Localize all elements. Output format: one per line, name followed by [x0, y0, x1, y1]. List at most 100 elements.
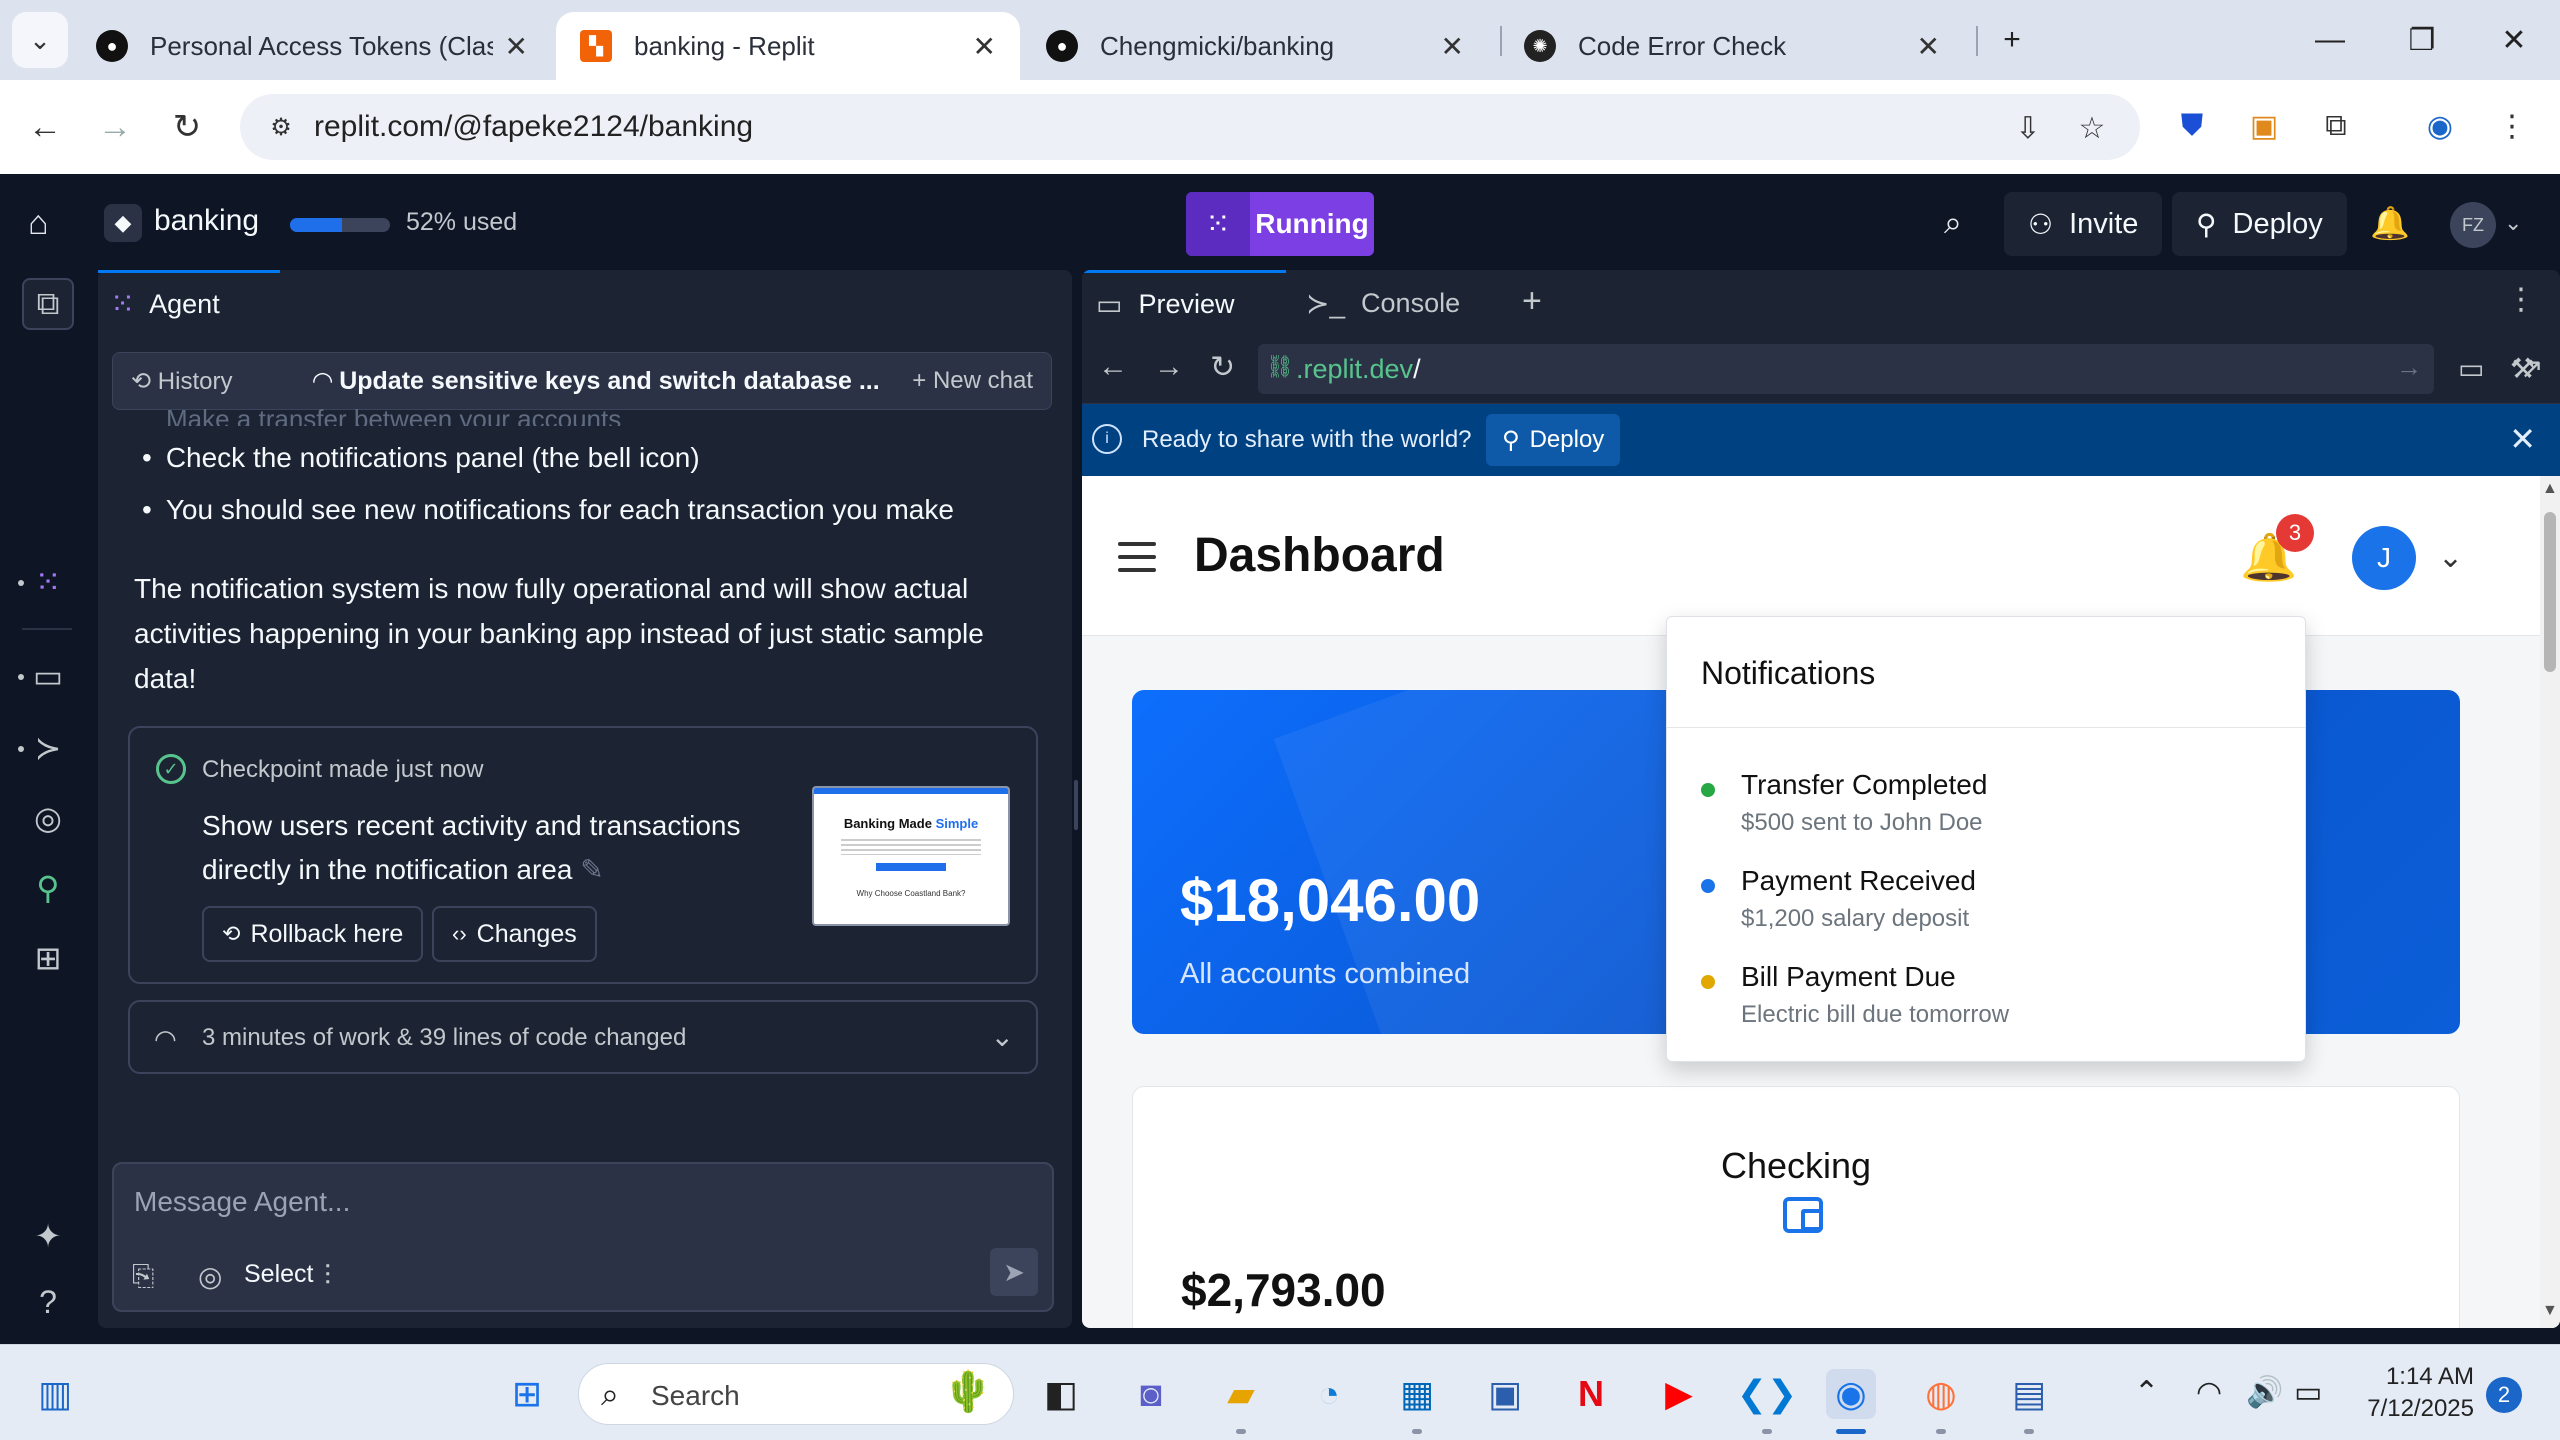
file-explorer-icon[interactable]: ▰: [1216, 1369, 1266, 1419]
preview-icon[interactable]: ▭: [22, 650, 74, 702]
notification-center-badge[interactable]: 2: [2486, 1377, 2522, 1413]
paperclip-icon[interactable]: ⎘: [132, 1260, 154, 1293]
select-button[interactable]: Select: [244, 1260, 313, 1289]
reload-icon[interactable]: ↻: [1210, 350, 1235, 385]
help-icon[interactable]: ?: [22, 1276, 74, 1328]
new-chat-button[interactable]: + New chat: [912, 367, 1033, 395]
more-vertical-icon[interactable]: ⋮: [2490, 104, 2534, 148]
vscode-icon[interactable]: ❮❯: [1737, 1369, 1797, 1419]
invite-button[interactable]: ⚇ Invite: [2004, 192, 2163, 256]
home-icon[interactable]: ⌂: [28, 204, 49, 243]
arrow-left-icon[interactable]: ←: [1098, 350, 1128, 384]
volume-icon[interactable]: 🔊: [2246, 1375, 2283, 1410]
puzzle-icon[interactable]: ⧉: [2314, 104, 2358, 148]
tab-chengmicki-banking[interactable]: ● Chengmicki/banking ✕: [1022, 12, 1488, 80]
tab-code-error-check[interactable]: ✺ Code Error Check ✕: [1500, 12, 1964, 80]
tab-agent[interactable]: ⁙ Agent: [98, 270, 280, 336]
repl-name[interactable]: banking: [154, 204, 259, 238]
changes-button[interactable]: ‹› Changes: [432, 906, 597, 962]
new-tab-button[interactable]: +: [1982, 14, 2042, 66]
teams-icon[interactable]: ◙: [1126, 1369, 1176, 1419]
bookmark-star-icon[interactable]: ☆: [2072, 108, 2112, 148]
url-text[interactable]: replit.com/@fapeke2124/banking: [314, 110, 753, 144]
scroll-up-icon[interactable]: ▲: [2542, 480, 2558, 498]
external-link-icon[interactable]: ↗: [2520, 352, 2543, 385]
arrow-right-icon[interactable]: →: [2396, 352, 2422, 383]
system-clock[interactable]: 1:14 AM 7/12/2025: [2354, 1361, 2474, 1425]
chrome-icon[interactable]: ◉: [1826, 1369, 1876, 1419]
scrollbar[interactable]: ▲ ▼: [2540, 476, 2560, 1328]
select-target-icon[interactable]: ◎: [198, 1260, 222, 1293]
tab-console[interactable]: ≻_ Console: [1292, 270, 1502, 336]
reload-button[interactable]: ↻: [164, 104, 210, 150]
hamburger-menu-icon[interactable]: [1118, 542, 1156, 572]
preview-url-bar[interactable]: ⛓ .replit.dev/ →: [1258, 344, 2434, 394]
microsoft-store-icon[interactable]: ▦: [1392, 1369, 1442, 1419]
all-tools-icon[interactable]: ⊞: [22, 932, 74, 984]
sliders-icon[interactable]: ⫶: [324, 1260, 331, 1293]
address-bar[interactable]: ⚙ replit.com/@fapeke2124/banking ⇩ ☆: [240, 94, 2140, 160]
forward-button[interactable]: →: [92, 104, 138, 150]
taskbar-search[interactable]: ⌕ Search 🌵: [578, 1363, 1014, 1425]
edit-pencil-icon[interactable]: ✎: [580, 854, 603, 885]
agent-icon[interactable]: ⁙: [22, 556, 74, 608]
more-vertical-icon[interactable]: ⋮: [2506, 282, 2536, 317]
scrollbar-thumb[interactable]: [2544, 512, 2556, 672]
banner-deploy-button[interactable]: ⚲ Deploy: [1486, 414, 1621, 466]
tab-preview[interactable]: ▭ Preview: [1082, 270, 1286, 336]
remote-desktop-icon[interactable]: ▣: [1480, 1369, 1530, 1419]
tab-personal-access-tokens[interactable]: ● Personal Access Tokens (Classic) ✕: [72, 12, 552, 80]
chevron-down-icon[interactable]: ⌄: [2504, 210, 2522, 236]
files-panel-icon[interactable]: ⧉: [22, 278, 74, 330]
chevron-down-icon[interactable]: ⌄: [2438, 540, 2463, 575]
close-icon[interactable]: ✕: [2509, 420, 2536, 458]
avatar[interactable]: J: [2352, 526, 2416, 590]
chevron-up-icon[interactable]: ⌃: [2134, 1375, 2159, 1410]
profile-icon[interactable]: ◉: [2418, 104, 2462, 148]
close-window-button[interactable]: ✕: [2484, 14, 2544, 66]
deploy-icon[interactable]: ⚲: [22, 862, 74, 914]
send-button[interactable]: ➤: [990, 1248, 1038, 1296]
search-icon[interactable]: ⌕: [1944, 204, 1962, 242]
back-button[interactable]: ←: [22, 104, 68, 150]
bell-icon[interactable]: 🔔: [2370, 204, 2410, 242]
firefox-icon[interactable]: ◍: [1916, 1369, 1966, 1419]
message-input[interactable]: Message Agent...: [134, 1186, 350, 1218]
devices-icon[interactable]: ▭: [2458, 352, 2484, 385]
restore-button[interactable]: ❐: [2392, 14, 2452, 66]
netflix-icon[interactable]: N: [1566, 1369, 1616, 1419]
site-settings-icon[interactable]: ⚙: [262, 108, 300, 146]
sparkle-icon[interactable]: ✦: [22, 1210, 74, 1262]
windows-start-icon[interactable]: ⊞: [502, 1369, 552, 1419]
deploy-button[interactable]: ⚲ Deploy: [2172, 192, 2347, 256]
avatar[interactable]: FZ: [2450, 202, 2496, 248]
close-icon[interactable]: ✕: [1441, 30, 1464, 63]
close-icon[interactable]: ✕: [1917, 30, 1940, 63]
widgets-icon[interactable]: ▥: [30, 1369, 80, 1419]
chat-title[interactable]: ◠ Update sensitive keys and switch datab…: [313, 366, 880, 396]
run-button[interactable]: ⁙ Running: [1186, 192, 1374, 256]
rollback-button[interactable]: ⟲ Rollback here: [202, 906, 424, 962]
minimize-button[interactable]: —: [2300, 14, 2360, 66]
wifi-icon[interactable]: ◠: [2196, 1375, 2222, 1410]
battery-icon[interactable]: ▭: [2294, 1375, 2322, 1410]
history-button[interactable]: ⟲ History: [131, 367, 232, 396]
install-app-icon[interactable]: ⇩: [2008, 108, 2048, 148]
extension-icon[interactable]: ▣: [2242, 104, 2286, 148]
arrow-right-icon[interactable]: →: [1154, 350, 1184, 384]
work-summary-row[interactable]: ◠ 3 minutes of work & 39 lines of code c…: [128, 1000, 1038, 1074]
scroll-down-icon[interactable]: ▼: [2542, 1302, 2558, 1320]
edge-icon[interactable]: ◔: [1304, 1369, 1354, 1419]
task-view-icon[interactable]: ◧: [1036, 1369, 1086, 1419]
shield-extension-icon[interactable]: ⛊: [2170, 104, 2214, 148]
youtube-icon[interactable]: ▶: [1654, 1369, 1704, 1419]
account-card-checking[interactable]: Checking $2,793.00: [1132, 1086, 2460, 1328]
add-tab-button[interactable]: +: [1522, 282, 1542, 321]
tab-banking-replit[interactable]: ▚ banking - Replit ✕: [556, 12, 1020, 80]
tab-search-button[interactable]: ⌄: [12, 12, 68, 68]
checkpoint-screenshot-thumbnail[interactable]: Banking Made Simple Why Choose Coastland…: [812, 786, 1010, 926]
close-icon[interactable]: ✕: [505, 30, 528, 63]
console-icon[interactable]: ≻: [22, 722, 74, 774]
close-icon[interactable]: ✕: [973, 30, 996, 63]
control-panel-icon[interactable]: ▤: [2004, 1369, 2054, 1419]
